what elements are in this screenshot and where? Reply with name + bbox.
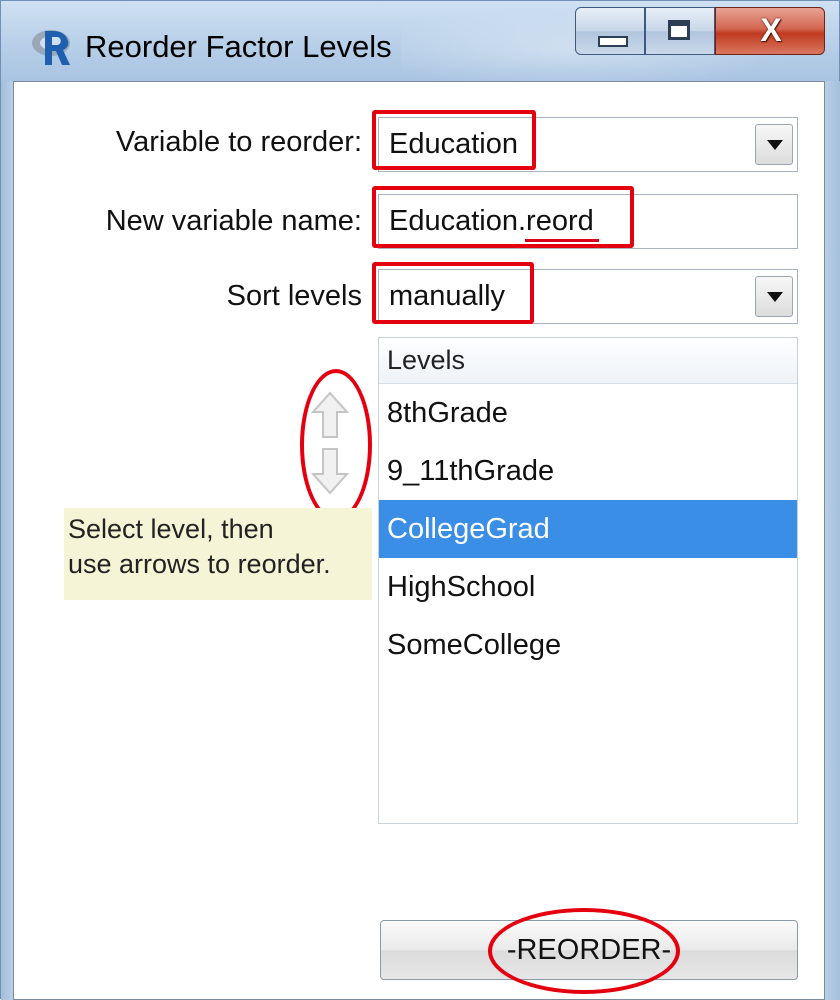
close-icon: X <box>760 12 782 48</box>
variable-label: Variable to reorder: <box>115 126 362 158</box>
maximize-icon <box>668 20 690 40</box>
maximize-button[interactable] <box>645 7 715 55</box>
window-frame-left <box>1 81 13 1000</box>
annotation-box-variable <box>372 110 536 170</box>
levels-list[interactable]: Levels 8thGrade 9_11thGrade CollegeGrad Hig… <box>378 337 798 824</box>
annotation-ellipse-arrows <box>300 369 372 521</box>
dialog-window: Reorder Factor Levels X Variable to reor… <box>0 0 840 1000</box>
hint-line-1: Select level, then <box>68 514 274 544</box>
sort-label: Sort levels <box>226 280 362 312</box>
annotation-ellipse-reorder <box>488 908 680 994</box>
annotation-box-sort <box>372 262 534 324</box>
minimize-button[interactable] <box>575 7 645 55</box>
list-item[interactable]: HighSchool <box>379 558 797 616</box>
new-name-label: New variable name: <box>105 205 362 237</box>
hint-tooltip: Select level, then use arrows to reorder… <box>64 508 372 600</box>
window-title: Reorder Factor Levels <box>85 29 392 64</box>
levels-header: Levels <box>379 338 797 384</box>
list-item[interactable]: SomeCollege <box>379 616 797 674</box>
hint-line-2: use arrows to reorder. <box>68 549 331 579</box>
list-item[interactable]: 9_11thGrade <box>379 442 797 500</box>
title-bar[interactable]: Reorder Factor Levels X <box>1 1 839 81</box>
chevron-down-icon[interactable] <box>755 124 793 165</box>
chevron-down-icon[interactable] <box>755 276 793 317</box>
list-item[interactable]: CollegeGrad <box>379 500 797 558</box>
dialog-content: Variable to reorder: Education New varia… <box>13 81 825 1000</box>
close-button[interactable]: X <box>715 7 825 55</box>
list-item[interactable]: 8thGrade <box>379 384 797 442</box>
window-frame-right <box>825 81 840 1000</box>
annotation-box-new-name <box>372 186 634 248</box>
minimize-icon <box>598 36 628 47</box>
levels-items: 8thGrade 9_11thGrade CollegeGrad HighSchool… <box>379 384 797 674</box>
r-logo-icon <box>32 30 70 65</box>
